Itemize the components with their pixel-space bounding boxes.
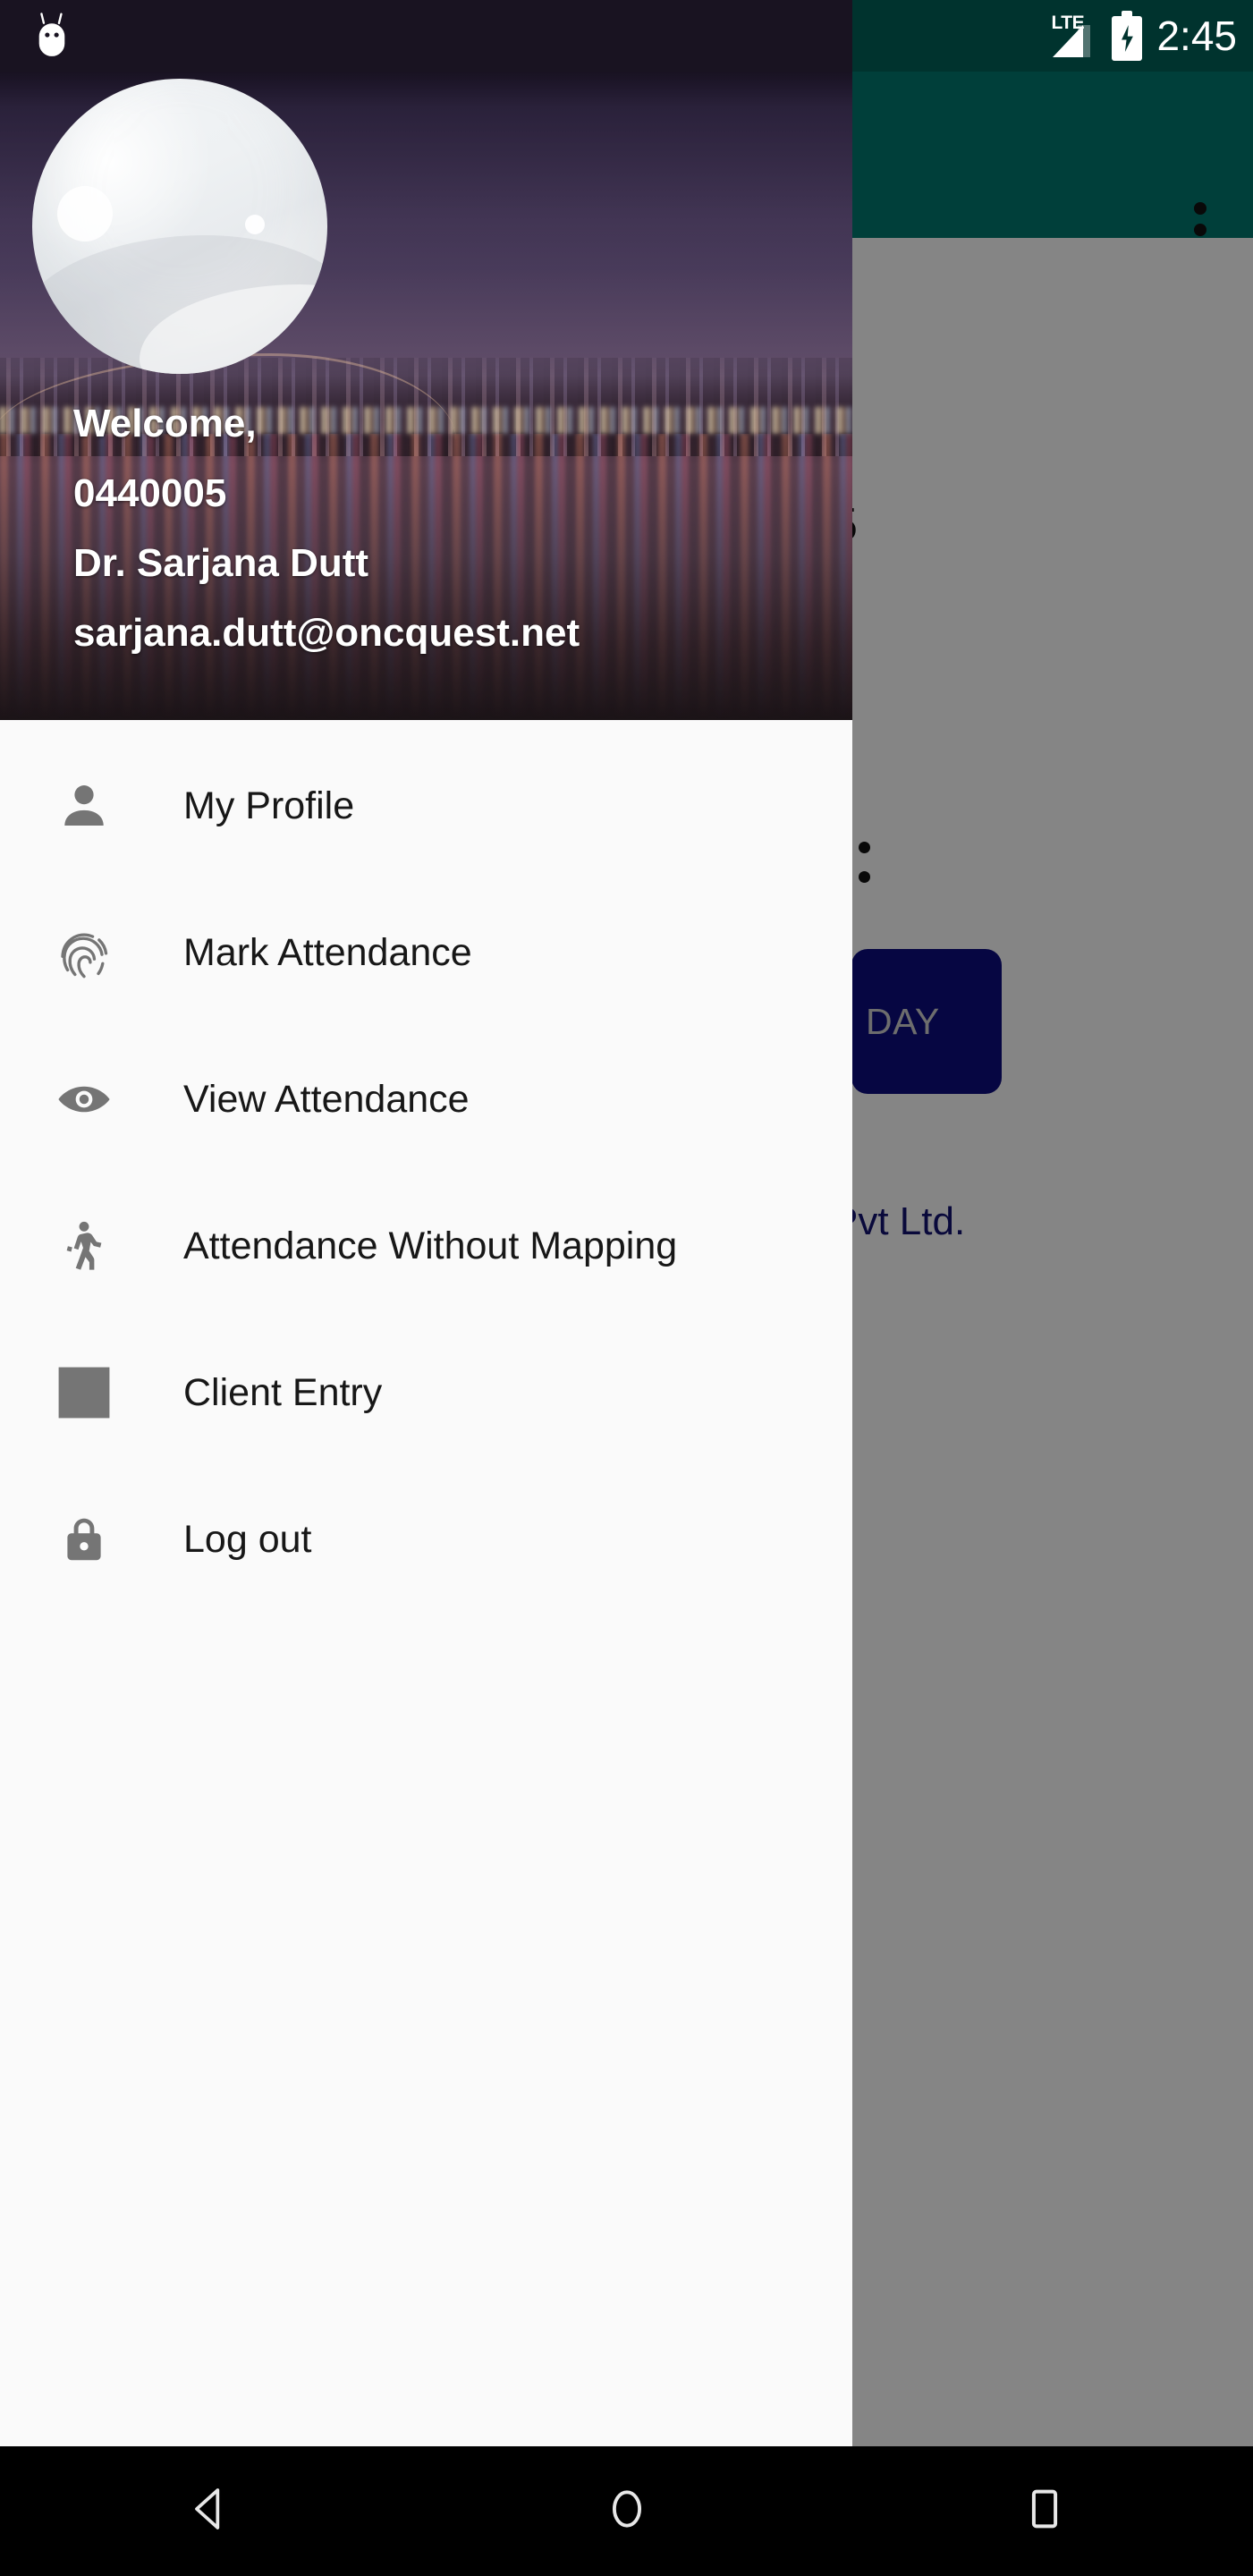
fingerprint-icon — [36, 879, 132, 1026]
person-icon — [36, 733, 132, 879]
drawer-item-log-out[interactable]: Log out — [0, 1466, 852, 1613]
avatar[interactable] — [32, 79, 327, 374]
android-screen: 5 DAY Pvt Ltd. Welco — [0, 0, 1253, 2576]
drawer-item-label: My Profile — [183, 784, 355, 827]
drawer-item-client-entry[interactable]: Client Entry — [0, 1319, 852, 1466]
employee-id-text: 0440005 — [73, 471, 227, 515]
navigation-drawer: Welcome, 0440005 Dr. Sarjana Dutt sarjan… — [0, 0, 852, 2446]
user-email-text: sarjana.dutt@oncquest.net — [73, 611, 580, 655]
home-circle-icon — [605, 2484, 649, 2538]
user-name-text: Dr. Sarjana Dutt — [73, 541, 369, 585]
drawer-menu-list: My Profile Mark Attendance View Attendan… — [0, 720, 852, 1613]
avatar-highlight-dot — [57, 186, 113, 242]
back-button[interactable] — [0, 2446, 418, 2576]
eye-icon — [36, 1026, 132, 1173]
home-button[interactable] — [418, 2446, 835, 2576]
drawer-item-my-profile[interactable]: My Profile — [0, 733, 852, 879]
drawer-item-label: Mark Attendance — [183, 930, 472, 974]
back-triangle-icon — [184, 2484, 234, 2538]
drawer-item-label: Attendance Without Mapping — [183, 1224, 678, 1267]
walking-icon — [36, 1173, 132, 1319]
drawer-header-text: Welcome, 0440005 Dr. Sarjana Dutt sarjan… — [73, 404, 825, 653]
android-navigation-bar — [0, 2446, 1253, 2576]
drawer-header: Welcome, 0440005 Dr. Sarjana Dutt sarjan… — [0, 0, 852, 720]
welcome-label: Welcome, — [73, 402, 257, 445]
drawer-item-label: Client Entry — [183, 1370, 383, 1414]
drawer-item-label: View Attendance — [183, 1077, 470, 1121]
drawer-item-label: Log out — [183, 1517, 312, 1561]
lock-icon — [36, 1466, 132, 1613]
recents-square-icon — [1025, 2484, 1064, 2538]
square-placeholder-icon — [36, 1319, 132, 1466]
avatar-highlight-dot-2 — [245, 215, 265, 234]
drawer-item-view-attendance[interactable]: View Attendance — [0, 1026, 852, 1173]
drawer-item-mark-attendance[interactable]: Mark Attendance — [0, 879, 852, 1026]
drawer-item-attendance-without-mapping[interactable]: Attendance Without Mapping — [0, 1173, 852, 1319]
recents-button[interactable] — [835, 2446, 1253, 2576]
